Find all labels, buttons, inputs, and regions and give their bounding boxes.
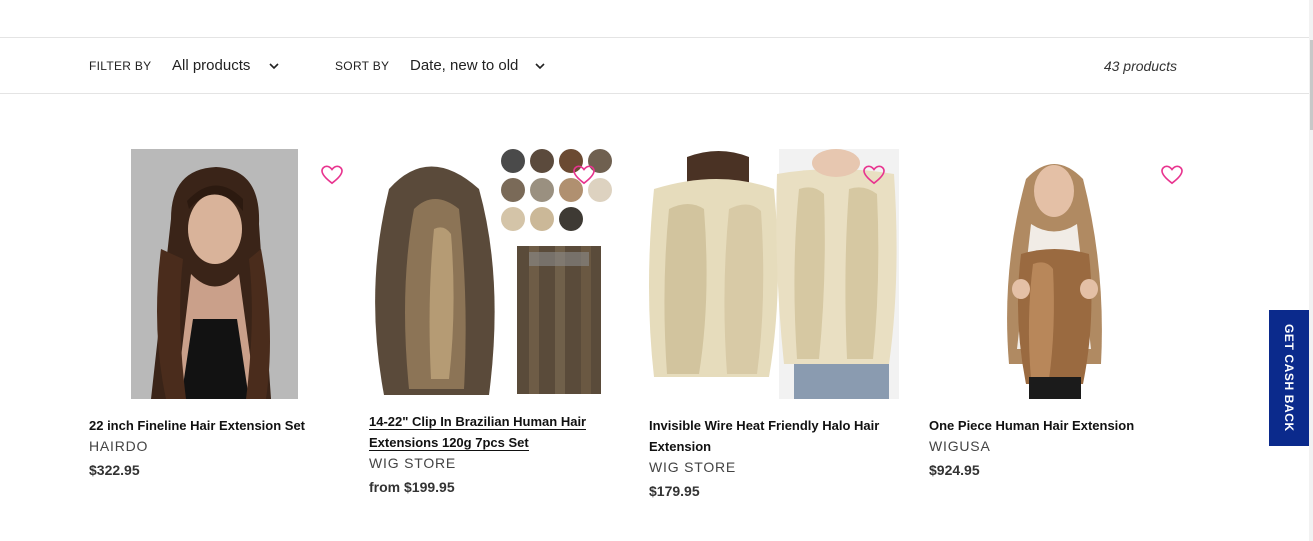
product-title: Extension <box>649 439 712 454</box>
product-vendor: WIG STORE <box>649 459 737 475</box>
product-vendor: WIG STORE <box>369 455 457 471</box>
product-title-link[interactable]: 22 inch Fineline Hair Extension Set <box>89 415 329 436</box>
product-image-container[interactable] <box>89 149 343 399</box>
heart-outline-icon[interactable] <box>863 165 885 185</box>
product-image[interactable] <box>971 149 1138 399</box>
product-image[interactable] <box>649 149 899 399</box>
product-title-link[interactable]: One Piece Human Hair Extension <box>929 415 1169 436</box>
product-title-link[interactable]: 14-22" Clip In Brazilian Human Hair Exte… <box>369 411 609 453</box>
product-price: from $199.95 <box>369 479 455 495</box>
filter-select[interactable]: All products <box>172 57 280 74</box>
chevron-down-icon <box>269 62 279 69</box>
product-title: Invisible Wire Heat Friendly Halo Hair <box>649 418 880 433</box>
product-card[interactable]: One Piece Human Hair Extension WIGUSA $9… <box>929 149 1183 478</box>
sort-by-label: SORT BY <box>335 59 390 73</box>
collection-filter-bar: FILTER BY All products SORT BY Date, new… <box>0 37 1310 94</box>
product-price: $924.95 <box>929 462 980 478</box>
product-image-container[interactable] <box>649 149 899 399</box>
product-vendor: HAIRDO <box>89 438 149 454</box>
sort-select[interactable]: Date, new to old <box>410 57 546 74</box>
filter-by-label: FILTER BY <box>89 59 152 73</box>
product-image[interactable] <box>131 149 298 399</box>
product-card[interactable]: Invisible Wire Heat Friendly Halo Hair E… <box>649 149 899 499</box>
product-image-container[interactable] <box>929 149 1183 399</box>
product-price: $179.95 <box>649 483 700 499</box>
product-title: Extensions 120g 7pcs Set <box>369 435 529 451</box>
product-card[interactable]: 14-22" Clip In Brazilian Human Hair Exte… <box>369 149 619 495</box>
page-scrollbar[interactable] <box>1309 0 1313 541</box>
heart-outline-icon[interactable] <box>1161 165 1183 185</box>
product-card[interactable]: 22 inch Fineline Hair Extension Set HAIR… <box>89 149 343 478</box>
get-cash-back-tab[interactable]: GET CASH BACK <box>1269 310 1309 446</box>
get-cash-back-label: GET CASH BACK <box>1282 324 1296 432</box>
product-vendor: WIGUSA <box>929 438 991 454</box>
heart-outline-icon[interactable] <box>573 165 595 185</box>
product-title-link[interactable]: Invisible Wire Heat Friendly Halo Hair E… <box>649 415 889 457</box>
heart-outline-icon[interactable] <box>321 165 343 185</box>
product-image-container[interactable] <box>369 149 619 399</box>
chevron-down-icon <box>535 62 545 69</box>
product-price: $322.95 <box>89 462 140 478</box>
product-title: 22 inch Fineline Hair Extension Set <box>89 418 306 433</box>
product-title: 14-22" Clip In Brazilian Human Hair <box>369 414 587 430</box>
product-title: One Piece Human Hair Extension <box>929 418 1135 433</box>
product-image[interactable] <box>369 149 619 399</box>
sort-select-value: Date, new to old <box>410 57 519 74</box>
filter-select-value: All products <box>172 57 251 74</box>
product-count: 43 products <box>1103 58 1177 74</box>
